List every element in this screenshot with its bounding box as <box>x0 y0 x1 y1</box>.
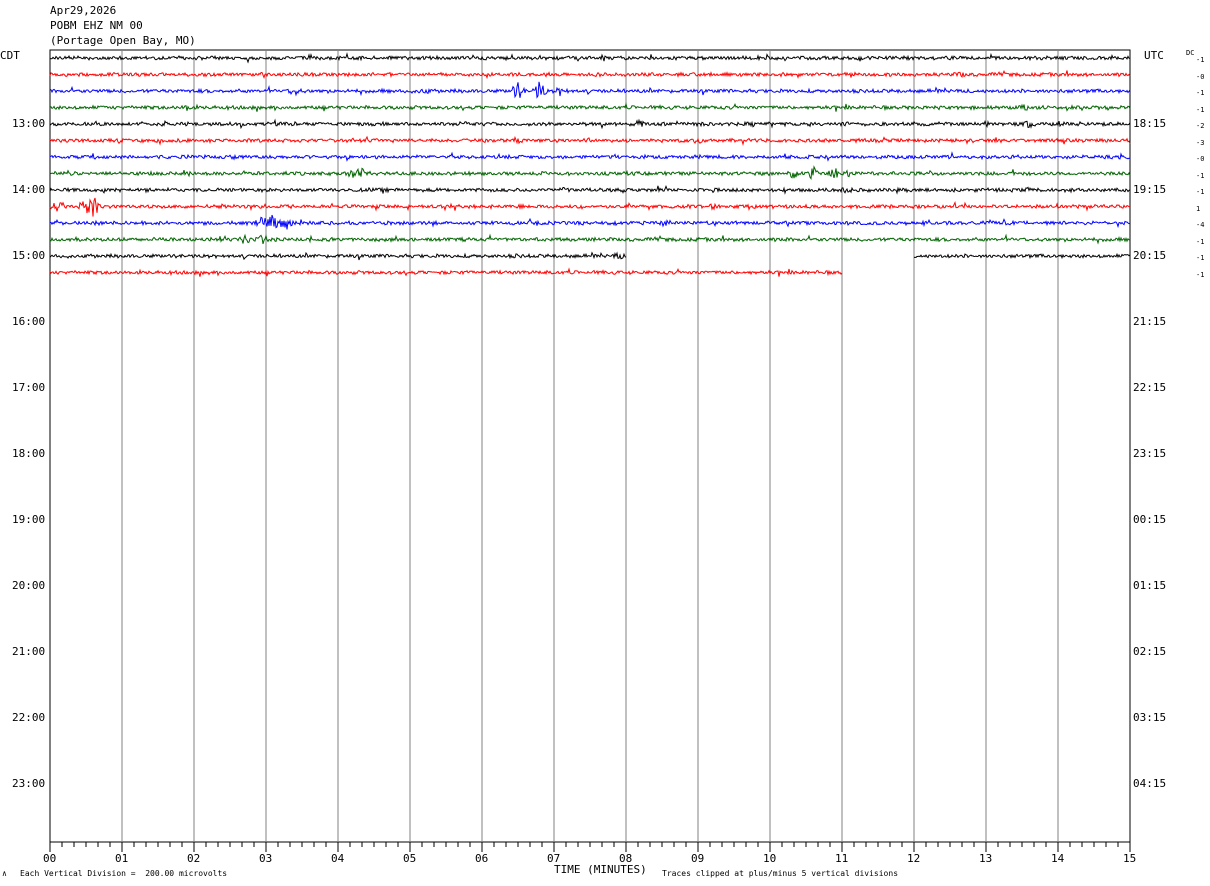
seismic-trace-13 <box>49 267 843 277</box>
dc-offset-value: -1 <box>1196 56 1205 64</box>
x-tick-label: 02 <box>187 852 201 865</box>
x-tick-label: 09 <box>691 852 705 865</box>
helicorder-plot <box>49 49 1131 852</box>
seismic-trace-4 <box>49 118 1131 130</box>
dc-offset-value: 1 <box>1196 204 1201 213</box>
x-tick-label: 06 <box>475 852 489 865</box>
right-hour-label: 21:15 <box>1133 315 1167 328</box>
x-tick-label: 00 <box>43 852 57 865</box>
seismic-trace-10 <box>50 214 1131 230</box>
left-hour-label: 16:00 <box>12 315 46 328</box>
scale-note: Each Vertical Division = 200.00 microvol… <box>20 869 228 878</box>
seismic-trace-12 <box>913 252 1131 260</box>
seismic-trace-11 <box>49 233 1131 245</box>
seismic-trace-1 <box>49 69 1131 80</box>
right-hour-label: 18:15 <box>1133 117 1167 130</box>
dc-offset-value: -1 <box>1196 254 1205 262</box>
right-hour-label: 20:15 <box>1133 249 1167 262</box>
plot-frame <box>49 49 1131 843</box>
x-tick-label: 04 <box>331 852 345 865</box>
x-tick-label: 15 <box>1123 852 1137 865</box>
x-tick-label: 14 <box>1051 852 1065 865</box>
dc-offset-value: -1 <box>1196 89 1205 97</box>
left-hour-label: 19:00 <box>12 513 46 526</box>
right-hour-label: 22:15 <box>1133 381 1167 394</box>
dc-offset-value: -3 <box>1196 138 1205 147</box>
dc-offset-value: -4 <box>1196 221 1205 229</box>
left-hour-label: 17:00 <box>12 381 46 394</box>
x-tick-label: 11 <box>835 852 849 865</box>
left-hour-label: 22:00 <box>12 711 46 724</box>
x-axis-title: TIME (MINUTES) <box>554 863 647 876</box>
right-hour-label: 23:15 <box>1133 447 1167 460</box>
x-tick-label: 03 <box>259 852 273 865</box>
left-hour-label: 23:00 <box>12 777 46 790</box>
dc-offset-value: -1 <box>1196 237 1205 246</box>
dc-offset-value: -1 <box>1196 270 1205 279</box>
seismic-trace-6 <box>49 151 1131 162</box>
seismic-trace-3 <box>50 102 1131 112</box>
x-tick-label: 01 <box>115 852 129 865</box>
right-hour-label: 01:15 <box>1133 579 1167 592</box>
left-hour-label: 20:00 <box>12 579 46 592</box>
dc-offset-value: -1 <box>1196 188 1205 196</box>
right-hour-label: 00:15 <box>1133 513 1167 526</box>
right-hour-label: 04:15 <box>1133 777 1167 790</box>
right-hour-label: 19:15 <box>1133 183 1167 196</box>
x-tick-label: 05 <box>403 852 417 865</box>
dc-offset-value: -0 <box>1196 72 1205 81</box>
seismic-trace-5 <box>49 135 1131 146</box>
clip-note: Traces clipped at plus/minus 5 vertical … <box>662 869 899 878</box>
dc-offset-value: -1 <box>1196 171 1205 180</box>
x-tick-label: 10 <box>763 852 777 865</box>
dc-offset-value: -2 <box>1196 122 1205 130</box>
left-hour-label: 13:00 <box>12 117 46 130</box>
left-hour-label: 21:00 <box>12 645 46 658</box>
x-tick-label: 13 <box>979 852 993 865</box>
seismic-trace-8 <box>49 185 1131 195</box>
x-tick-label: 12 <box>907 852 921 865</box>
logo-mark: ∧ <box>2 869 7 878</box>
seismic-trace-0 <box>49 52 1131 64</box>
seismic-trace-2 <box>49 81 1131 99</box>
left-hour-label: 14:00 <box>12 183 46 196</box>
seismic-trace-9 <box>49 197 1131 217</box>
left-hour-label: 18:00 <box>12 447 46 460</box>
left-hour-label: 15:00 <box>12 249 46 262</box>
dc-offset-value: -0 <box>1196 155 1205 163</box>
seismic-trace-7 <box>49 165 1131 180</box>
right-hour-label: 02:15 <box>1133 645 1167 658</box>
dc-offset-value: -1 <box>1196 105 1205 114</box>
right-hour-label: 03:15 <box>1133 711 1167 724</box>
